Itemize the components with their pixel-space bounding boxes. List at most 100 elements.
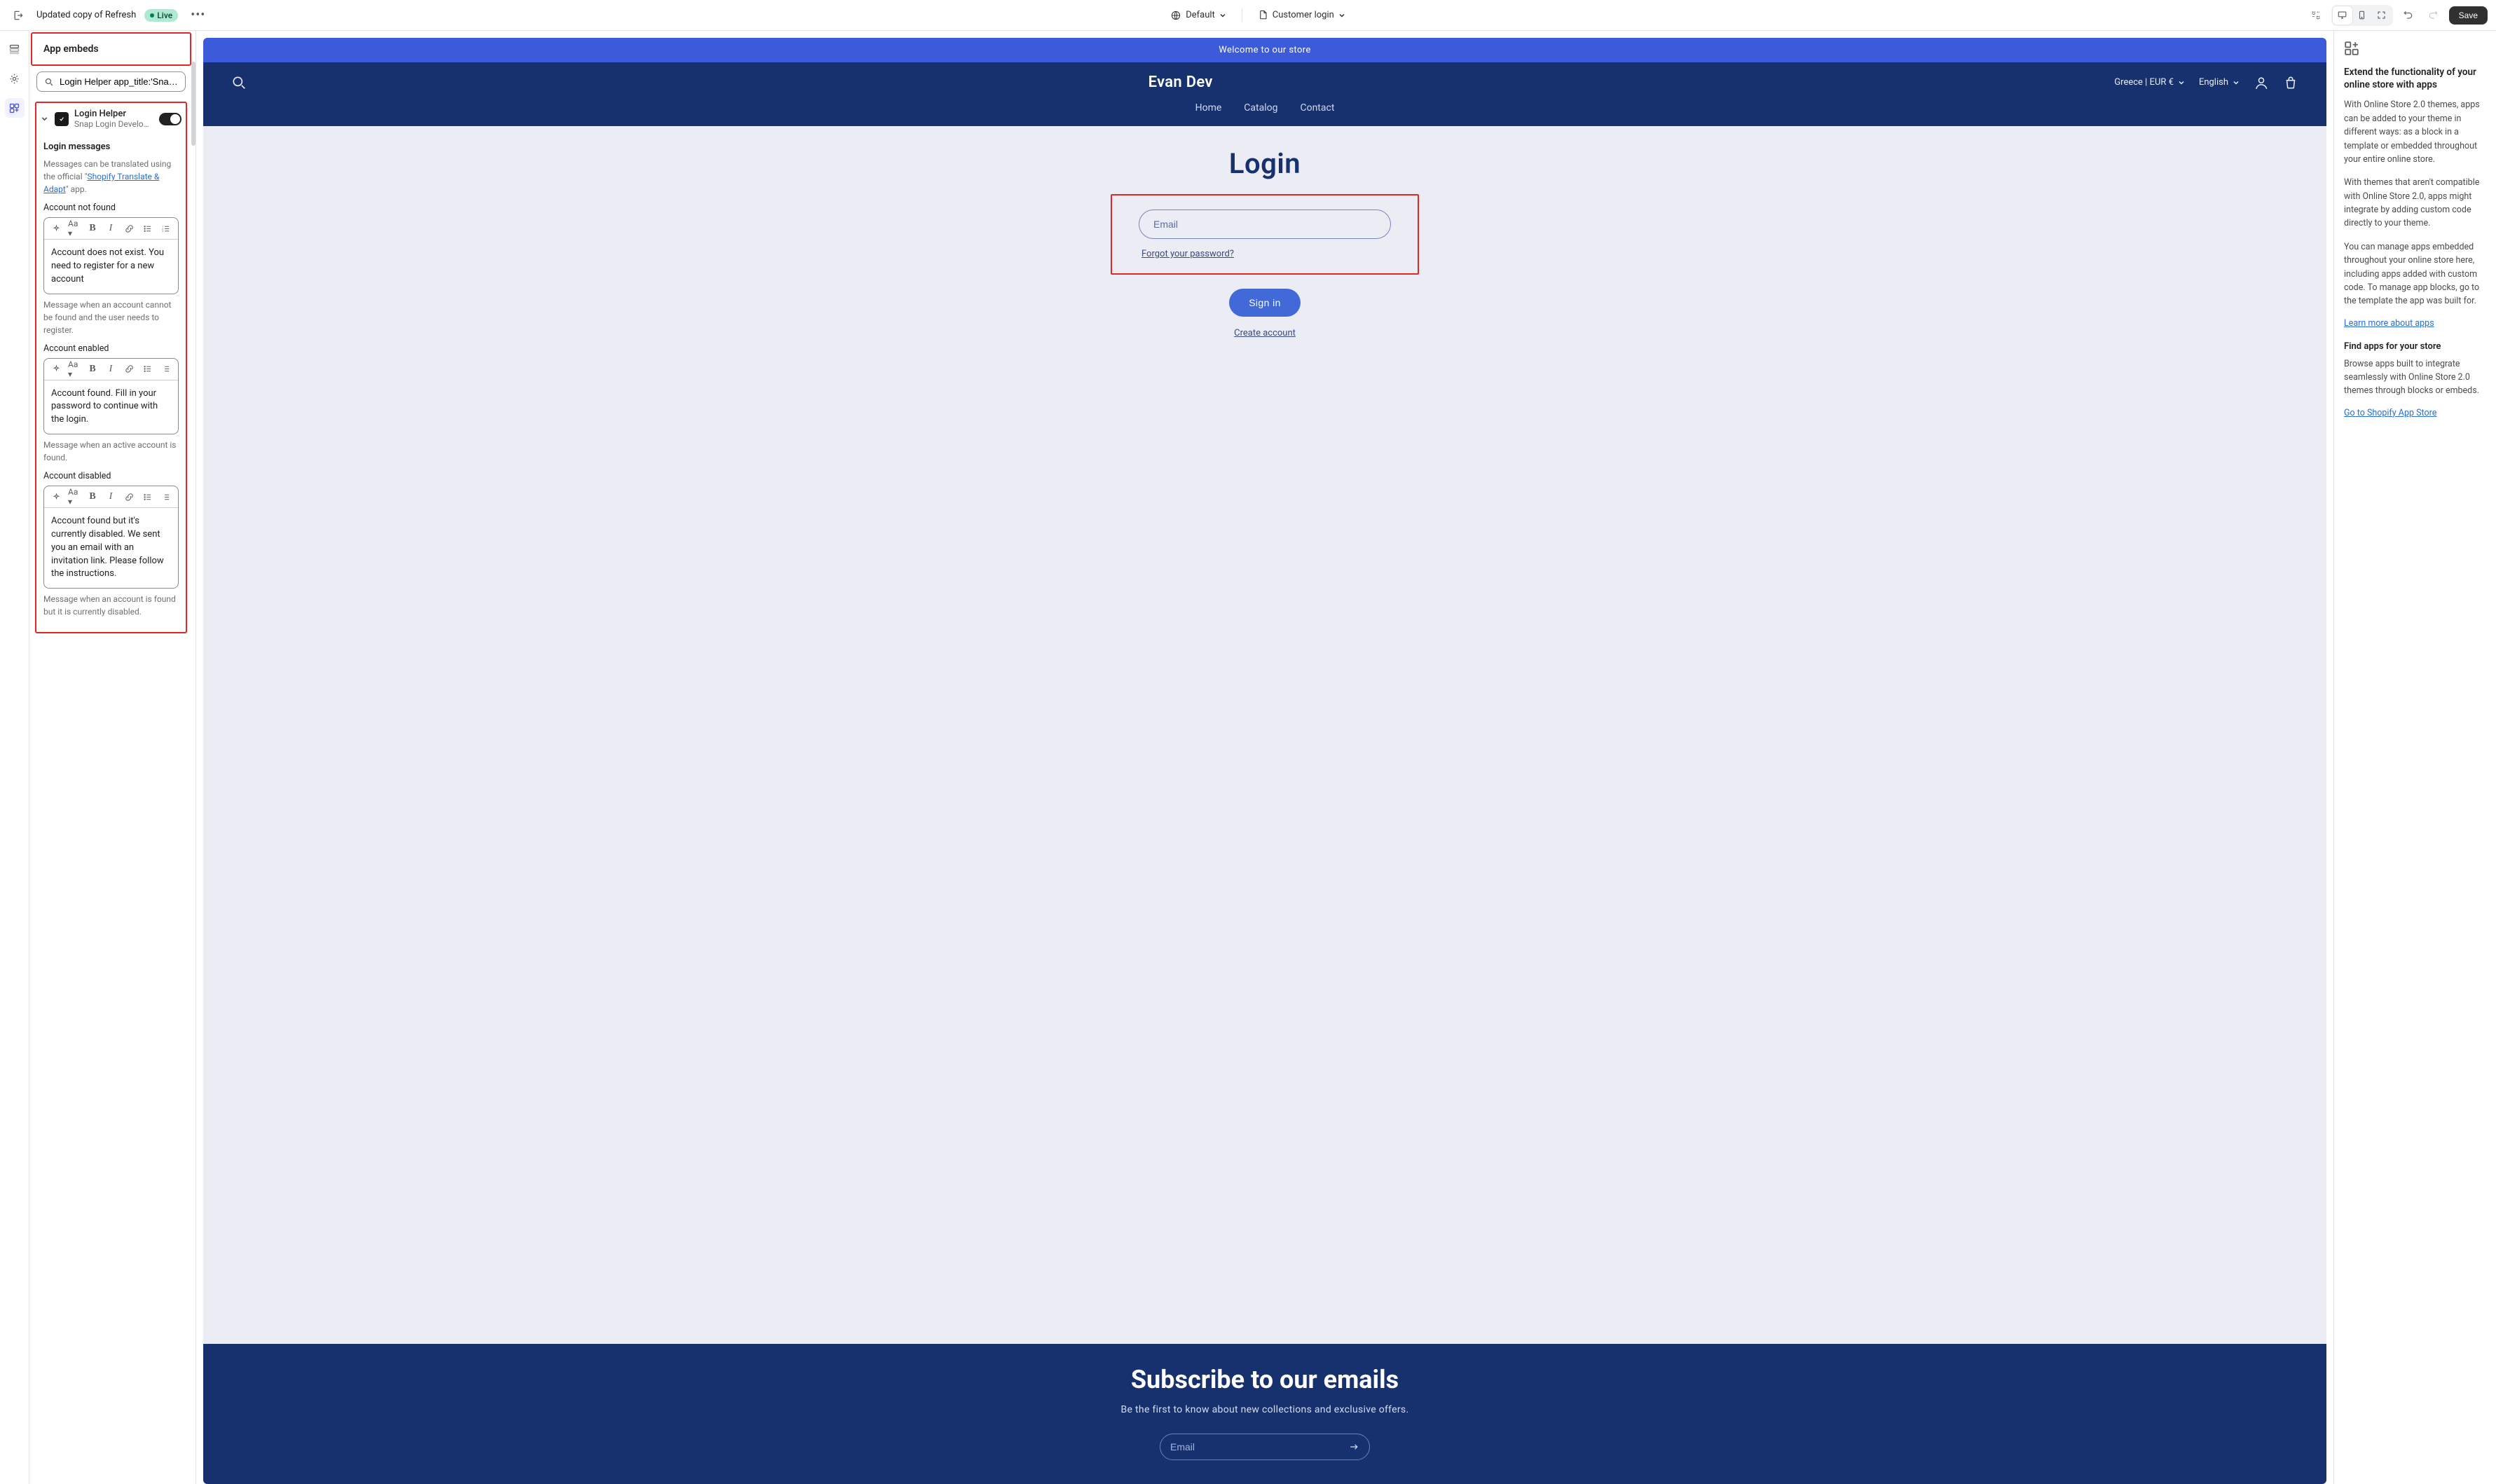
bold-icon[interactable]: B <box>86 363 99 376</box>
number-list-icon[interactable] <box>159 490 172 503</box>
store-header: Evan Dev Greece | EUR € English Home Cat… <box>203 62 2326 126</box>
chevron-down-icon <box>2233 79 2240 86</box>
rte-not-found: Aa ▾ B I 123 Account does not exist. You… <box>43 217 179 294</box>
main-area: App embeds Login Helper Snap Login Devel… <box>0 31 2496 1484</box>
svg-text:3: 3 <box>162 230 163 233</box>
right-panel: Extend the functionality of your online … <box>2333 31 2496 1484</box>
theme-name: Updated copy of Refresh <box>36 10 136 20</box>
template-label: Customer login <box>1273 10 1334 20</box>
italic-icon[interactable]: I <box>104 222 117 235</box>
locale-selector[interactable]: Greece | EUR € <box>2114 77 2185 88</box>
page-icon <box>1258 10 1268 20</box>
topbar-center: Default Customer login <box>1166 7 1350 24</box>
italic-icon[interactable]: I <box>104 363 117 376</box>
nav-rail <box>0 31 29 1484</box>
italic-icon[interactable]: I <box>104 490 117 503</box>
bullet-list-icon[interactable] <box>141 222 153 235</box>
number-list-icon[interactable]: 123 <box>159 222 172 235</box>
learn-more-link[interactable]: Learn more about apps <box>2344 318 2434 329</box>
store-nav: Home Catalog Contact <box>203 95 2326 126</box>
store-name: Evan Dev <box>1148 74 1213 91</box>
login-title: Login <box>203 147 2326 180</box>
subscribe-email-input[interactable] <box>1170 1441 1348 1452</box>
inspector-icon[interactable] <box>2306 6 2326 25</box>
topbar-right: Save <box>2306 5 2488 26</box>
rte-body-enabled[interactable]: Account found. Fill in your password to … <box>44 380 178 434</box>
context-dropdown[interactable]: Default <box>1166 7 1230 24</box>
apps-grid-icon <box>2344 41 2486 56</box>
embed-toggle[interactable] <box>159 113 181 125</box>
embed-settings-box: Login Helper Snap Login Developm... Logi… <box>35 102 187 633</box>
subscribe-submit-icon[interactable] <box>1348 1441 1359 1452</box>
bullet-list-icon[interactable] <box>141 490 153 503</box>
rte-disabled: Aa ▾ B I Account found but it's currentl… <box>43 486 179 589</box>
link-icon[interactable] <box>123 222 135 235</box>
text-style-icon[interactable]: Aa ▾ <box>68 490 81 503</box>
save-button[interactable]: Save <box>2449 6 2488 25</box>
sparkle-icon[interactable] <box>50 490 62 503</box>
exit-icon[interactable] <box>8 6 28 25</box>
app-store-link[interactable]: Go to Shopify App Store <box>2344 408 2436 418</box>
field-label-not-found: Account not found <box>43 202 179 213</box>
more-menu-icon[interactable]: ••• <box>186 8 210 22</box>
sections-icon[interactable] <box>5 39 25 59</box>
nav-home[interactable]: Home <box>1195 102 1222 114</box>
bold-icon[interactable]: B <box>86 222 99 235</box>
nav-contact[interactable]: Contact <box>1300 102 1334 114</box>
rte-enabled: Aa ▾ B I Account found. Fill in your pas… <box>43 358 179 435</box>
field-label-enabled: Account enabled <box>43 343 179 354</box>
rp-p1: With Online Store 2.0 themes, apps can b… <box>2344 98 2486 166</box>
subscribe-title: Subscribe to our emails <box>203 1365 2326 1394</box>
redo-icon <box>2424 6 2443 25</box>
rte-body-not-found[interactable]: Account does not exist. You need to regi… <box>44 240 178 294</box>
search-input-wrap[interactable] <box>36 71 186 92</box>
mobile-icon[interactable] <box>2352 6 2372 25</box>
desktop-icon[interactable] <box>2333 6 2352 25</box>
preview-frame: Welcome to our store Evan Dev Greece | E… <box>203 38 2326 1484</box>
announcement-bar: Welcome to our store <box>203 38 2326 62</box>
text-style-icon[interactable]: Aa ▾ <box>68 222 81 235</box>
search-icon[interactable] <box>231 75 247 90</box>
embed-subtitle: Snap Login Developm... <box>74 119 153 129</box>
find-apps-title: Find apps for your store <box>2344 341 2486 352</box>
app-logo-icon <box>55 112 69 126</box>
preview-wrap: Welcome to our store Evan Dev Greece | E… <box>196 31 2333 1484</box>
chevron-down-icon <box>1338 12 1345 19</box>
cart-icon[interactable] <box>2283 75 2298 90</box>
rp-p2: With themes that aren't compatible with … <box>2344 176 2486 231</box>
chevron-down-icon <box>1219 12 1226 19</box>
device-toggle <box>2331 5 2393 26</box>
sparkle-icon[interactable] <box>50 222 62 235</box>
link-icon[interactable] <box>123 363 135 376</box>
bold-icon[interactable]: B <box>86 490 99 503</box>
login-email-input[interactable] <box>1139 209 1391 239</box>
signin-button[interactable]: Sign in <box>1229 289 1301 317</box>
language-selector[interactable]: English <box>2199 77 2240 88</box>
template-dropdown[interactable]: Customer login <box>1254 7 1350 23</box>
sidebar-title: App embeds <box>32 34 190 64</box>
login-messages-settings: Login messages Messages can be translate… <box>36 142 186 625</box>
sparkle-icon[interactable] <box>50 363 62 376</box>
hint-not-found: Message when an account cannot be found … <box>43 298 179 336</box>
account-icon[interactable] <box>2254 75 2269 90</box>
chevron-down-icon <box>2178 79 2185 86</box>
nav-catalog[interactable]: Catalog <box>1244 102 1277 114</box>
fullscreen-icon[interactable] <box>2372 6 2392 25</box>
topbar-left: Updated copy of Refresh Live ••• <box>8 6 210 25</box>
search-input[interactable] <box>60 76 178 87</box>
number-list-icon[interactable] <box>159 363 172 376</box>
create-account-link[interactable]: Create account <box>1234 328 1296 338</box>
bullet-list-icon[interactable] <box>141 363 153 376</box>
app-embeds-icon[interactable] <box>5 98 25 118</box>
find-apps-p: Browse apps built to integrate seamlessl… <box>2344 357 2486 398</box>
rp-title: Extend the functionality of your online … <box>2344 66 2486 91</box>
link-icon[interactable] <box>123 490 135 503</box>
forgot-password-link[interactable]: Forgot your password? <box>1141 249 1397 259</box>
settings-icon[interactable] <box>5 69 25 88</box>
rte-body-disabled[interactable]: Account found but it's currently disable… <box>44 508 178 588</box>
rte-toolbar: Aa ▾ B I 123 <box>44 218 178 240</box>
text-style-icon[interactable]: Aa ▾ <box>68 363 81 376</box>
chevron-down-icon[interactable] <box>41 115 49 123</box>
undo-icon[interactable] <box>2399 6 2418 25</box>
translate-help-text: Messages can be translated using the off… <box>43 158 179 195</box>
